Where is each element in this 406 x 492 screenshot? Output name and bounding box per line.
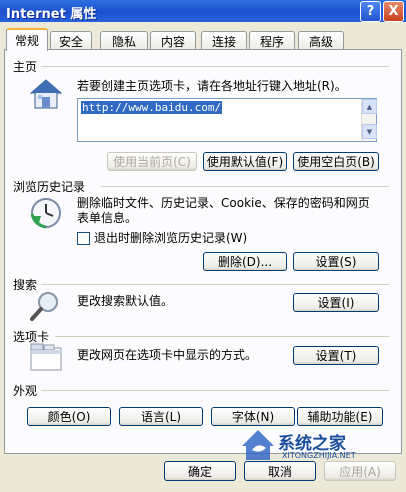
homepage-section-title: 主页 — [13, 60, 38, 74]
watermark-logo-icon — [242, 430, 274, 460]
scroll-down-icon[interactable]: ▼ — [362, 124, 377, 139]
tab-general[interactable]: 常规 — [6, 28, 48, 51]
homepage-url-textarea[interactable]: http://www.baidu.com/ ▲ ▼ — [77, 98, 377, 142]
use-default-button[interactable]: 使用默认值(F) — [203, 152, 287, 171]
tab-privacy[interactable]: 隐私 — [100, 31, 148, 50]
close-button[interactable]: X — [383, 1, 404, 22]
history-section-title: 浏览历史记录 — [13, 180, 86, 194]
delete-history-on-exit-checkbox[interactable] — [77, 232, 90, 245]
tabs-divider — [55, 336, 389, 337]
help-button[interactable]: ? — [360, 1, 381, 22]
use-current-button[interactable]: 使用当前页(C) — [107, 152, 197, 171]
delete-history-on-exit-label[interactable]: 退出时删除浏览历史记录(W) — [94, 231, 247, 246]
appearance-divider — [41, 390, 389, 391]
tab-strip: 常规 安全 隐私 内容 连接 程序 高级 — [6, 28, 400, 51]
search-settings-button[interactable]: 设置(I) — [293, 293, 379, 312]
window-title: Internet 属性 — [6, 7, 97, 22]
url-scrollbar[interactable]: ▲ ▼ — [361, 99, 377, 141]
homepage-url-value[interactable]: http://www.baidu.com/ — [81, 101, 223, 114]
history-divider — [101, 186, 389, 187]
internet-options-window: Internet 属性 ? X 常规 安全 隐私 内容 连接 程序 高级 主页 … — [0, 0, 406, 492]
tab-content[interactable]: 内容 — [150, 31, 196, 50]
search-description: 更改搜索默认值。 — [77, 294, 174, 308]
colors-button[interactable]: 颜色(O) — [27, 407, 111, 426]
watermark-url: XITONGZHIJIA.NET — [282, 451, 356, 460]
tabs-settings-button[interactable]: 设置(T) — [293, 346, 379, 365]
search-divider — [41, 284, 389, 285]
clock-icon — [30, 198, 61, 229]
scroll-up-icon[interactable]: ▲ — [362, 99, 377, 114]
history-description-line1: 删除临时文件、历史记录、Cookie、保存的密码和网页 — [77, 196, 370, 210]
homepage-divider — [41, 66, 389, 67]
history-description-line2: 表单信息。 — [77, 211, 138, 225]
use-blank-button[interactable]: 使用空白页(B) — [293, 152, 379, 171]
tab-programs[interactable]: 程序 — [249, 31, 295, 50]
appearance-section-title: 外观 — [13, 384, 38, 398]
tab-connections[interactable]: 连接 — [201, 31, 247, 50]
title-bar[interactable]: Internet 属性 ? X — [0, 0, 406, 22]
ok-button[interactable]: 确定 — [164, 461, 236, 481]
general-tab-panel: 主页 若要创建主页选项卡，请在各地址行键入地址(R)。 http://www.b… — [4, 49, 402, 454]
magnifier-icon — [30, 292, 58, 321]
languages-button[interactable]: 语言(L) — [119, 407, 203, 426]
tab-security[interactable]: 安全 — [50, 31, 92, 50]
tab-advanced[interactable]: 高级 — [298, 31, 344, 50]
tabs-description: 更改网页在选项卡中显示的方式。 — [77, 348, 258, 362]
window-tabs-icon — [30, 343, 62, 371]
accessibility-button[interactable]: 辅助功能(E) — [297, 407, 383, 426]
apply-button[interactable]: 应用(A) — [324, 461, 396, 481]
cancel-button[interactable]: 取消 — [244, 461, 316, 481]
history-settings-button[interactable]: 设置(S) — [293, 252, 379, 271]
house-icon — [29, 79, 63, 109]
delete-history-button[interactable]: 删除(D)... — [203, 252, 287, 271]
homepage-description: 若要创建主页选项卡，请在各地址行键入地址(R)。 — [77, 79, 347, 93]
